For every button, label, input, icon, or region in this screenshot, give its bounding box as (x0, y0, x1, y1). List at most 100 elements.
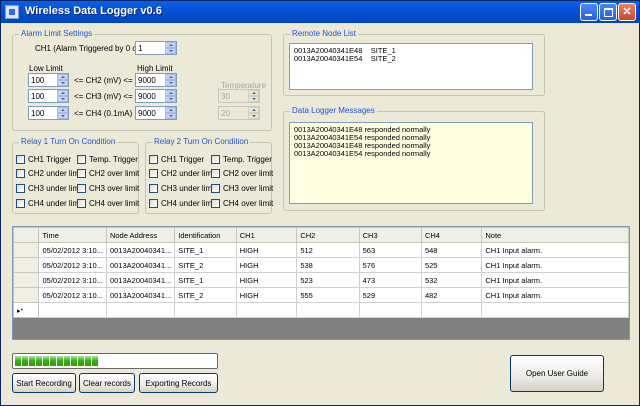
grid-cell[interactable]: 0013A20040341... (105, 242, 176, 258)
grid-cell[interactable]: SITE_1 (174, 242, 237, 258)
grid-corner[interactable] (13, 227, 40, 243)
relay1-temp-trigger-checkbox[interactable]: Temp. Trigger (77, 154, 138, 165)
grid-cell[interactable]: 0013A20040341... (105, 272, 176, 288)
grid-cell[interactable]: CH1 Input alarm. (481, 287, 629, 303)
column-header-ch1[interactable]: CH1 (235, 227, 298, 243)
grid-cell[interactable]: 563 (358, 242, 422, 258)
grid-cell[interactable]: 532 (420, 272, 483, 288)
grid-cell[interactable]: SITE_2 (174, 257, 237, 273)
spin-down-icon[interactable] (165, 113, 176, 119)
ch2-low-input[interactable] (30, 74, 57, 86)
table-row[interactable]: 05/02/2012 3:10... 0013A20040341... SITE… (13, 272, 629, 288)
grid-cell[interactable]: 482 (420, 287, 483, 303)
column-header-ch3[interactable]: CH3 (358, 227, 422, 243)
ch3-high-stepper[interactable] (135, 89, 177, 103)
grid-cell[interactable]: SITE_2 (174, 287, 237, 303)
grid-cell[interactable]: 05/02/2012 3:10... (38, 242, 107, 258)
relay2-ch1-trigger-checkbox[interactable]: CH1 Trigger (149, 154, 204, 165)
export-records-button[interactable]: Exporting Records (139, 373, 218, 393)
ch4-high-stepper[interactable] (135, 106, 177, 120)
grid-cell[interactable]: CH1 Input alarm. (481, 257, 629, 273)
ch2-high-stepper[interactable] (135, 73, 177, 87)
selected-cell[interactable] (38, 302, 107, 318)
table-row[interactable]: 05/02/2012 3:10... 0013A20040341... SITE… (13, 287, 629, 303)
relay2-ch2-under-checkbox[interactable]: CH2 under limit (149, 168, 216, 179)
grid-cell[interactable]: 555 (296, 287, 360, 303)
ch4-low-stepper[interactable] (28, 106, 69, 120)
relay1-ch4-under-checkbox[interactable]: CH4 under limit (16, 198, 83, 209)
relay2-ch3-under-checkbox[interactable]: CH3 under limit (149, 183, 216, 194)
relay1-ch4-over-checkbox[interactable]: CH4 over limit (77, 198, 139, 209)
spin-down-icon[interactable] (165, 96, 176, 102)
grid-cell[interactable]: 05/02/2012 3:10... (38, 272, 107, 288)
grid-cell[interactable]: 548 (420, 242, 483, 258)
ch2-low-stepper[interactable] (28, 73, 69, 87)
row-header[interactable] (13, 257, 40, 273)
messages-textbox[interactable]: 0013A20040341E48 responded normally 0013… (289, 122, 533, 204)
records-grid[interactable]: Time Node Address Identification CH1 CH2… (12, 226, 630, 340)
grid-cell[interactable]: HIGH (235, 287, 298, 303)
ch3-low-stepper[interactable] (28, 89, 69, 103)
relay1-ch2-over-checkbox[interactable]: CH2 over limit (77, 168, 139, 179)
row-header[interactable] (13, 287, 40, 303)
grid-cell[interactable] (235, 302, 298, 318)
grid-cell[interactable]: 538 (296, 257, 360, 273)
grid-cell[interactable]: 512 (296, 242, 360, 258)
relay2-ch3-over-checkbox[interactable]: CH3 over limit (211, 183, 273, 194)
grid-cell[interactable] (174, 302, 237, 318)
column-header-ch4[interactable]: CH4 (420, 227, 483, 243)
row-header[interactable] (13, 272, 40, 288)
column-header-note[interactable]: Note (481, 227, 629, 243)
grid-cell[interactable]: 529 (358, 287, 422, 303)
ch1-alarm-stepper[interactable] (135, 41, 177, 55)
ch3-high-input[interactable] (137, 90, 165, 102)
ch4-high-input[interactable] (137, 107, 165, 119)
ch2-high-input[interactable] (137, 74, 165, 86)
clear-records-button[interactable]: Clear records (79, 373, 135, 393)
grid-cell[interactable]: CH1 Input alarm. (481, 272, 629, 288)
relay2-temp-trigger-checkbox[interactable]: Temp. Trigger (211, 154, 272, 165)
row-header[interactable] (13, 242, 40, 258)
spin-down-icon[interactable] (165, 80, 176, 86)
column-header-ch2[interactable]: CH2 (296, 227, 360, 243)
spin-down-icon[interactable] (57, 113, 68, 119)
spin-down-icon[interactable] (165, 48, 176, 54)
grid-cell[interactable]: 0013A20040341... (105, 287, 176, 303)
relay1-ch3-over-checkbox[interactable]: CH3 over limit (77, 183, 139, 194)
minimize-button[interactable] (580, 3, 598, 21)
grid-cell[interactable] (481, 302, 629, 318)
title-bar[interactable]: Wireless Data Logger v0.6 ✕ (1, 1, 639, 23)
grid-cell[interactable] (358, 302, 422, 318)
grid-cell[interactable]: CH1 Input alarm. (481, 242, 629, 258)
list-item[interactable]: 0013A20040341E54 SITE_2 (294, 55, 528, 63)
relay1-ch1-trigger-checkbox[interactable]: CH1 Trigger (16, 154, 71, 165)
table-row[interactable]: 05/02/2012 3:10... 0013A20040341... SITE… (13, 257, 629, 273)
grid-cell[interactable]: 523 (296, 272, 360, 288)
relay1-ch2-under-checkbox[interactable]: CH2 under limit (16, 168, 83, 179)
grid-cell[interactable]: 576 (358, 257, 422, 273)
grid-cell[interactable]: 473 (358, 272, 422, 288)
maximize-button[interactable] (599, 3, 617, 21)
new-record-row[interactable]: ▸* (13, 302, 629, 318)
grid-cell[interactable] (420, 302, 483, 318)
spin-down-icon[interactable] (57, 80, 68, 86)
grid-cell[interactable]: SITE_1 (174, 272, 237, 288)
table-row[interactable]: 05/02/2012 3:10... 0013A20040341... SITE… (13, 242, 629, 258)
relay1-ch3-under-checkbox[interactable]: CH3 under limit (16, 183, 83, 194)
spin-down-icon[interactable] (57, 96, 68, 102)
open-user-guide-button[interactable]: Open User Guide (510, 355, 604, 392)
column-header-node-address[interactable]: Node Address (105, 227, 176, 243)
grid-cell[interactable] (105, 302, 176, 318)
grid-cell[interactable]: HIGH (235, 257, 298, 273)
remote-node-list[interactable]: 0013A20040341E48 SITE_1 0013A20040341E54… (289, 43, 533, 90)
grid-cell[interactable] (296, 302, 360, 318)
ch3-low-input[interactable] (30, 90, 57, 102)
column-header-time[interactable]: Time (38, 227, 107, 243)
grid-cell[interactable]: HIGH (235, 242, 298, 258)
close-button[interactable]: ✕ (618, 3, 636, 21)
grid-cell[interactable]: 525 (420, 257, 483, 273)
column-header-identification[interactable]: Identification (174, 227, 237, 243)
relay2-ch2-over-checkbox[interactable]: CH2 over limit (211, 168, 273, 179)
ch1-alarm-input[interactable] (137, 42, 165, 54)
grid-cell[interactable]: 05/02/2012 3:10... (38, 287, 107, 303)
